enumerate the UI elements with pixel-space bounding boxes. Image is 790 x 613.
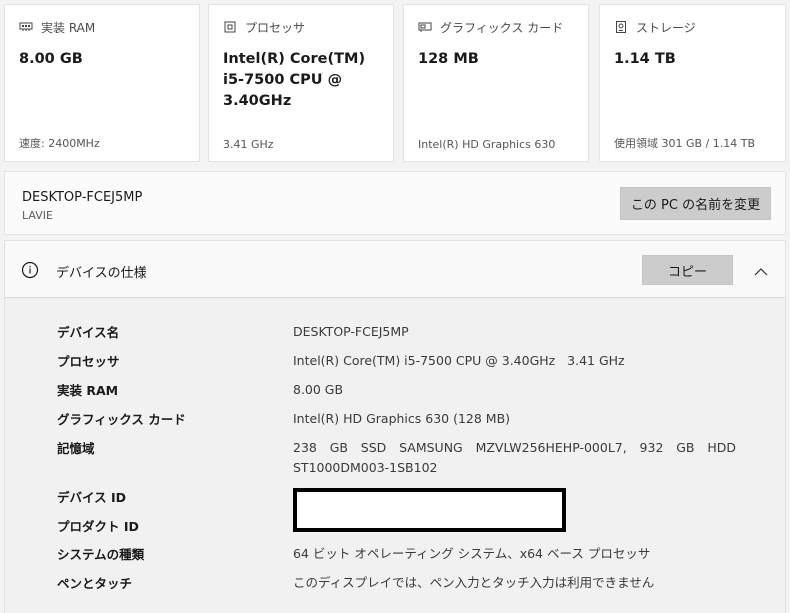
- processor-card: プロセッサ Intel(R) Core(TM) i5-7500 CPU @ 3.…: [208, 4, 394, 162]
- spec-value: Intel(R) HD Graphics 630 (128 MB): [293, 411, 511, 426]
- spec-label: プロセッサ: [57, 354, 120, 369]
- processor-card-value: Intel(R) Core(TM) i5-7500 CPU @ 3.40GHz: [223, 51, 366, 109]
- graphics-card-title: グラフィックス カード: [440, 20, 564, 35]
- spec-label: 記憶域: [57, 441, 95, 456]
- spec-label: グラフィックス カード: [57, 412, 186, 427]
- ram-card: 実装 RAM 8.00 GB 速度: 2400MHz: [4, 4, 200, 162]
- spec-value: Intel(R) Core(TM) i5-7500 CPU @ 3.40GHz …: [293, 353, 625, 368]
- spec-label: プロダクト ID: [57, 519, 139, 534]
- spec-value: 238 GB SSD SAMSUNG MZVLW256HEHP-000L7, 9…: [293, 440, 736, 475]
- ram-card-title: 実装 RAM: [41, 20, 96, 35]
- graphics-card-card: グラフィックス カード 128 MB Intel(R) HD Graphics …: [403, 4, 589, 162]
- chevron-up-icon[interactable]: [753, 263, 769, 276]
- ram-card-footer: 速度: 2400MHz: [19, 137, 100, 150]
- device-spec-title: デバイスの仕様: [56, 266, 147, 281]
- pc-model: LAVIE: [22, 209, 53, 222]
- device-spec-header[interactable]: デバイスの仕様 コピー: [4, 240, 786, 298]
- spec-value: DESKTOP-FCEJ5MP: [293, 324, 409, 339]
- graphics-card-footer: Intel(R) HD Graphics 630: [418, 138, 556, 151]
- rename-pc-button[interactable]: この PC の名前を変更: [620, 187, 771, 220]
- storage-card: ストレージ 1.14 TB 使用領域 301 GB / 1.14 TB: [599, 4, 786, 162]
- spec-label: 実装 RAM: [57, 383, 119, 398]
- storage-icon: [614, 20, 628, 34]
- ram-card-value: 8.00 GB: [19, 51, 83, 67]
- ram-icon: [19, 20, 33, 34]
- pc-name: DESKTOP-FCEJ5MP: [22, 190, 143, 205]
- info-icon: [21, 261, 39, 279]
- graphics-card-value: 128 MB: [418, 51, 479, 67]
- redaction-box: [293, 488, 566, 532]
- storage-card-footer: 使用領域 301 GB / 1.14 TB: [614, 137, 756, 150]
- spec-label: ペンとタッチ: [57, 576, 133, 591]
- graphics-card-icon: [418, 20, 432, 34]
- processor-icon: [223, 20, 237, 34]
- spec-value: このディスプレイでは、ペン入力とタッチ入力は利用できません: [293, 575, 655, 590]
- spec-label: デバイス名: [57, 325, 120, 340]
- device-spec-body: デバイス名 DESKTOP-FCEJ5MP プロセッサ Intel(R) Cor…: [4, 298, 786, 613]
- storage-card-value: 1.14 TB: [614, 51, 676, 67]
- spec-value: 64 ビット オペレーティング システム、x64 ベース プロセッサ: [293, 546, 651, 561]
- processor-card-title: プロセッサ: [245, 20, 306, 35]
- storage-card-title: ストレージ: [636, 20, 696, 35]
- processor-card-footer: 3.41 GHz: [223, 138, 274, 151]
- pc-name-bar: DESKTOP-FCEJ5MP LAVIE この PC の名前を変更: [4, 171, 786, 235]
- spec-label: デバイス ID: [57, 490, 127, 505]
- spec-value: 8.00 GB: [293, 382, 344, 397]
- copy-button[interactable]: コピー: [642, 255, 733, 285]
- spec-label: システムの種類: [57, 547, 145, 562]
